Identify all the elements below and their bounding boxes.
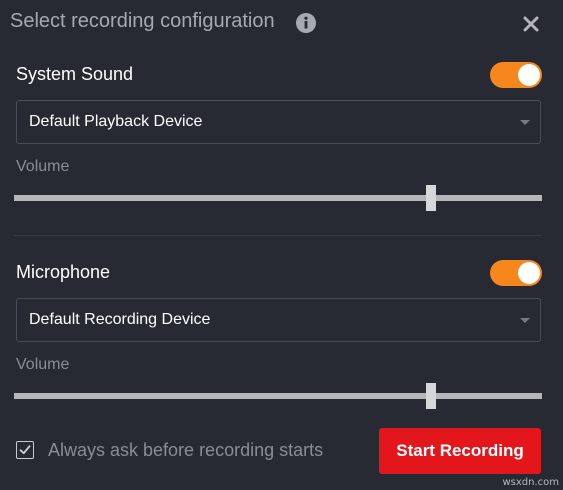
microphone-volume-slider[interactable]: [14, 383, 542, 409]
slider-track: [14, 393, 542, 399]
microphone-volume-label: Volume: [16, 356, 70, 373]
toggle-knob: [518, 262, 540, 284]
chevron-down-icon: [520, 120, 530, 125]
always-ask-label[interactable]: Always ask before recording starts: [48, 440, 323, 461]
checkmark-icon: [19, 445, 31, 455]
microphone-toggle[interactable]: [490, 260, 542, 286]
recording-config-dialog: Select recording configuration System So…: [0, 0, 563, 490]
playback-device-value: Default Playback Device: [29, 113, 203, 130]
close-icon[interactable]: [522, 15, 540, 33]
system-sound-label: System Sound: [16, 64, 134, 84]
system-sound-volume-slider[interactable]: [14, 185, 542, 211]
recording-device-value: Default Recording Device: [29, 311, 211, 328]
recording-device-select[interactable]: Default Recording Device: [16, 298, 541, 342]
dialog-title: Select recording configuration: [10, 10, 275, 32]
slider-thumb[interactable]: [426, 383, 437, 409]
chevron-down-icon: [520, 318, 530, 323]
playback-device-select[interactable]: Default Playback Device: [16, 100, 541, 144]
always-ask-checkbox[interactable]: [16, 441, 34, 459]
toggle-knob: [518, 64, 540, 86]
info-icon[interactable]: [296, 13, 316, 33]
slider-track: [14, 195, 542, 201]
system-sound-volume-label: Volume: [16, 158, 70, 175]
section-divider: [14, 235, 542, 236]
slider-thumb[interactable]: [426, 185, 437, 211]
watermark: wsxdn.com: [502, 477, 559, 488]
start-recording-button[interactable]: Start Recording: [379, 428, 541, 474]
microphone-label: Microphone: [16, 262, 111, 282]
system-sound-toggle[interactable]: [490, 62, 542, 88]
